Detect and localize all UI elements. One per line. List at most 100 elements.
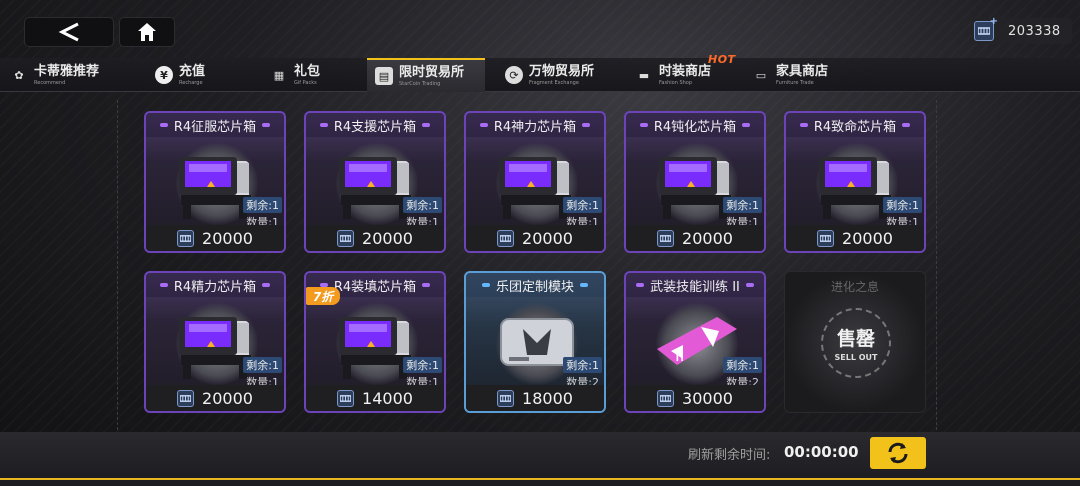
item-price-value: 30000 [682,388,733,408]
discount-badge: 7折 [306,287,340,305]
item-price: 20000 [306,225,444,251]
item-price: 20000 [146,385,284,411]
item-price-value: 20000 [362,228,413,248]
shop-item-card[interactable]: 乐团定制模块 剩余:1 数量:2 18000 [464,271,606,413]
sofa-icon: ▭ [755,68,767,82]
item-price-value: 20000 [522,228,573,248]
starcoin-icon [337,229,355,247]
sold-out-card: 进化之息 售罄 SELL OUT [784,271,926,413]
item-price-value: 14000 [362,388,413,408]
item-price: 20000 [786,225,924,251]
shop-screen: + 203338 ✿ 卡蒂雅推荐 Recommend ¥ 充值 Recharge ▦… [0,0,1080,486]
tab-sublabel: Furniture Trade [776,79,814,86]
hot-badge: HOT [708,53,736,66]
tab-sublabel: Fashion Shop [659,79,693,86]
item-price: 20000 [146,225,284,251]
tab-gift-packs[interactable]: ▦ 礼包 Gif Packs [270,58,360,92]
tab-furniture-trade[interactable]: ▭ 家具商店 Furniture Trade [752,58,862,92]
refresh-label: 刷新剩余时间: [688,448,771,463]
item-price-value: 18000 [522,388,573,408]
yen-icon: ¥ [155,66,173,84]
starcoin-icon [817,229,835,247]
tab-label: 时装商店 [659,63,712,79]
shop-item-card[interactable]: R4致命芯片箱 剩余:1 数量:1 20000 [784,111,926,253]
tab-label: 礼包 [294,63,321,79]
item-title: R4支援芯片箱 [306,113,444,137]
fashion-icon: ▬ [638,68,650,82]
item-title: R4致命芯片箱 [786,113,924,137]
shop-item-card[interactable]: R4精力芯片箱 剩余:1 数量:1 20000 [144,271,286,413]
item-remaining: 剩余:1 [403,197,442,213]
back-arrow-icon [58,22,79,42]
item-price: 20000 [466,225,604,251]
shop-item-card[interactable]: R4装填芯片箱 7折 剩余:1 数量:1 14000 [304,271,446,413]
item-title: 武装技能训练 II [626,273,764,297]
home-icon [138,23,156,41]
shop-item-card[interactable]: R4钝化芯片箱 剩余:1 数量:1 20000 [624,111,766,253]
item-remaining: 剩余:1 [243,197,282,213]
starcoin-icon [497,389,515,407]
tab-fragment-exchange[interactable]: ⟳ 万物贸易所 Fragment Exchange [505,58,615,92]
item-price-value: 20000 [202,388,253,408]
item-price: 18000 [466,385,604,411]
tab-recommend[interactable]: ✿ 卡蒂雅推荐 Recommend [10,58,140,92]
item-remaining: 剩余:1 [723,197,762,213]
tab-label: 限时贸易所 [399,64,465,80]
gift-icon: ▦ [273,68,285,82]
sold-out-stamp-en: SELL OUT [834,353,878,362]
tab-starcoin-trading[interactable]: ▤ 限时贸易所 StarCoin Trading [367,58,485,92]
item-remaining: 剩余:1 [403,357,442,373]
item-title: R4神力芯片箱 [466,113,604,137]
item-price-value: 20000 [202,228,253,248]
item-title: 乐团定制模块 [466,273,604,297]
refresh-button[interactable] [870,437,926,469]
starcoin-icon [657,389,675,407]
refresh-timer: 00:00:00 [784,443,859,461]
starcoin-icon [337,389,355,407]
starcoin-icon [177,229,195,247]
tab-sublabel: Gif Packs [294,79,317,86]
item-price-value: 20000 [842,228,893,248]
starcoin-icon [657,229,675,247]
tab-sublabel: Recommend [34,79,66,86]
item-remaining: 剩余:1 [243,357,282,373]
item-title: R4钝化芯片箱 [626,113,764,137]
item-price-value: 20000 [682,228,733,248]
tab-sublabel: StarCoin Trading [399,80,441,87]
starcoin-icon [497,229,515,247]
shop-item-card[interactable]: R4神力芯片箱 剩余:1 数量:1 20000 [464,111,606,253]
trade-icon: ▤ [375,67,393,85]
item-remaining: 剩余:1 [723,357,762,373]
shop-item-card[interactable]: R4支援芯片箱 剩余:1 数量:1 20000 [304,111,446,253]
shop-tabs: ✿ 卡蒂雅推荐 Recommend ¥ 充值 Recharge ▦ 礼包 Gif Pa… [0,58,1080,92]
svg-text:II: II [675,346,684,365]
exchange-icon: ⟳ [505,66,523,84]
back-button[interactable] [24,17,114,47]
starcoin-balance[interactable]: + 203338 [972,16,1072,44]
item-remaining: 剩余:1 [563,197,602,213]
sold-out-title: 进化之息 [830,280,879,294]
home-button[interactable] [119,17,175,47]
starcoin-icon: + [974,16,998,41]
item-remaining: 剩余:1 [563,357,602,373]
tab-label: 充值 [179,63,206,79]
shop-item-card[interactable]: R4征服芯片箱 剩余:1 数量:1 20000 [144,111,286,253]
plus-icon[interactable]: + [990,16,998,27]
item-title: R4精力芯片箱 [146,273,284,297]
sold-out-stamp-cn: 售罄 [836,328,875,350]
tab-sublabel: Recharge [179,79,203,86]
footer-bar: 刷新剩余时间: 00:00:00 [0,432,1080,486]
tab-sublabel: Fragment Exchange [529,79,579,86]
starcoin-icon [177,389,195,407]
starcoin-amount: 203338 [1008,23,1061,39]
tab-recharge[interactable]: ¥ 充值 Recharge [155,58,255,92]
shop-item-card[interactable]: 武装技能训练 II II 剩余:1 数量:2 30000 [624,271,766,413]
sold-out-stamp: 售罄 SELL OUT [821,308,891,378]
tab-label: 卡蒂雅推荐 [34,63,100,79]
item-remaining: 剩余:1 [883,197,922,213]
refresh-icon [888,442,908,464]
item-grid: R4征服芯片箱 剩余:1 数量:1 20000 R4支援芯片箱 剩余:1 数量:1 20000… [117,100,937,430]
tab-label: 家具商店 [776,63,829,79]
item-price: 30000 [626,385,764,411]
tab-label: 万物贸易所 [529,63,595,79]
